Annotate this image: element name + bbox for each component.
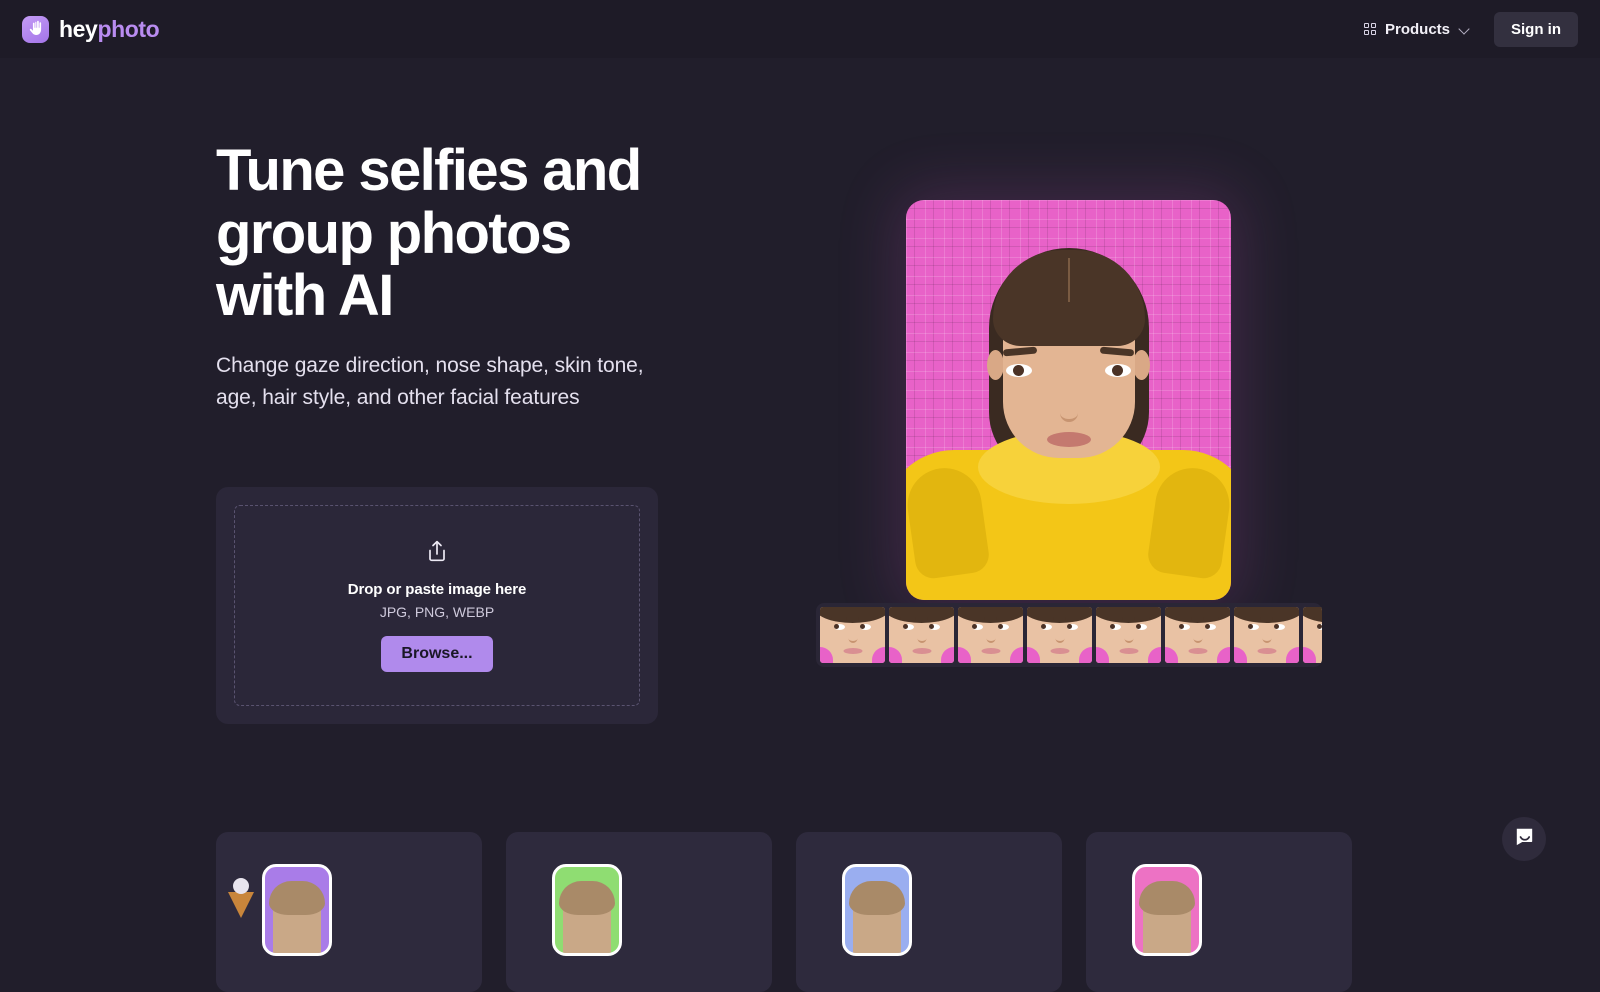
feature-card-1[interactable] bbox=[216, 832, 482, 992]
face-thumbnail[interactable] bbox=[820, 607, 885, 663]
feature-thumbnail bbox=[842, 864, 912, 956]
portrait-illustration bbox=[906, 200, 1231, 600]
decorative-figure-icon bbox=[228, 876, 254, 918]
face-thumbnail[interactable] bbox=[958, 607, 1023, 663]
brand-logo[interactable]: heyphoto bbox=[22, 15, 160, 43]
browse-button[interactable]: Browse... bbox=[381, 636, 493, 672]
grid-icon bbox=[1363, 23, 1376, 35]
face-thumbnail[interactable] bbox=[1165, 607, 1230, 663]
ear-left bbox=[987, 350, 1004, 380]
hero-subtitle: Change gaze direction, nose shape, skin … bbox=[216, 353, 644, 410]
feature-thumbnail bbox=[1132, 864, 1202, 956]
upload-dropzone-inner[interactable]: Drop or paste image here JPG, PNG, WEBP … bbox=[234, 505, 640, 706]
page-title: Tune selfies and group photos with AI bbox=[216, 138, 642, 329]
waving-hand-icon bbox=[22, 15, 49, 43]
face-thumbnail[interactable] bbox=[1027, 607, 1092, 663]
hero-text-block: Tune selfies and group photos with AI Ch… bbox=[216, 138, 686, 415]
face-thumbnail[interactable] bbox=[1096, 607, 1161, 663]
products-menu[interactable]: Products bbox=[1360, 15, 1474, 44]
products-label: Products bbox=[1384, 20, 1450, 38]
ear-right bbox=[1133, 350, 1150, 380]
upload-share-icon bbox=[426, 539, 448, 568]
feature-card-4[interactable] bbox=[1086, 832, 1352, 992]
face-thumbnail[interactable] bbox=[1303, 607, 1322, 663]
mouth bbox=[1046, 432, 1091, 447]
chat-widget-button[interactable] bbox=[1502, 817, 1546, 861]
brand-name-photo: photo bbox=[97, 15, 160, 42]
dropzone-formats: JPG, PNG, WEBP bbox=[379, 604, 495, 620]
brand-name: heyphoto bbox=[59, 15, 160, 43]
upload-dropzone-card[interactable]: Drop or paste image here JPG, PNG, WEBP … bbox=[216, 487, 658, 724]
hero-portrait-image bbox=[906, 200, 1231, 600]
hero-image-wrapper bbox=[906, 200, 1231, 600]
site-header: heyphoto Products Sign in bbox=[0, 0, 1600, 58]
feature-card-3[interactable] bbox=[796, 832, 1062, 992]
nose bbox=[1059, 396, 1078, 422]
variation-filmstrip[interactable] bbox=[816, 603, 1322, 667]
hair-front bbox=[992, 250, 1145, 346]
dropzone-title: Drop or paste image here bbox=[347, 581, 527, 598]
header-actions: Products Sign in bbox=[1360, 11, 1578, 47]
chevron-down-icon bbox=[1459, 24, 1470, 35]
chat-bubble-icon bbox=[1514, 826, 1535, 852]
sign-in-button[interactable]: Sign in bbox=[1494, 11, 1578, 47]
feature-cards-row bbox=[216, 832, 1352, 992]
feature-thumbnail bbox=[262, 864, 332, 956]
eye-right bbox=[1105, 364, 1131, 377]
face-thumbnail[interactable] bbox=[889, 607, 954, 663]
eye-left bbox=[1006, 364, 1032, 377]
face-thumbnail[interactable] bbox=[1234, 607, 1299, 663]
feature-card-2[interactable] bbox=[506, 832, 772, 992]
feature-thumbnail bbox=[552, 864, 622, 956]
brand-name-hey: hey bbox=[59, 15, 98, 42]
